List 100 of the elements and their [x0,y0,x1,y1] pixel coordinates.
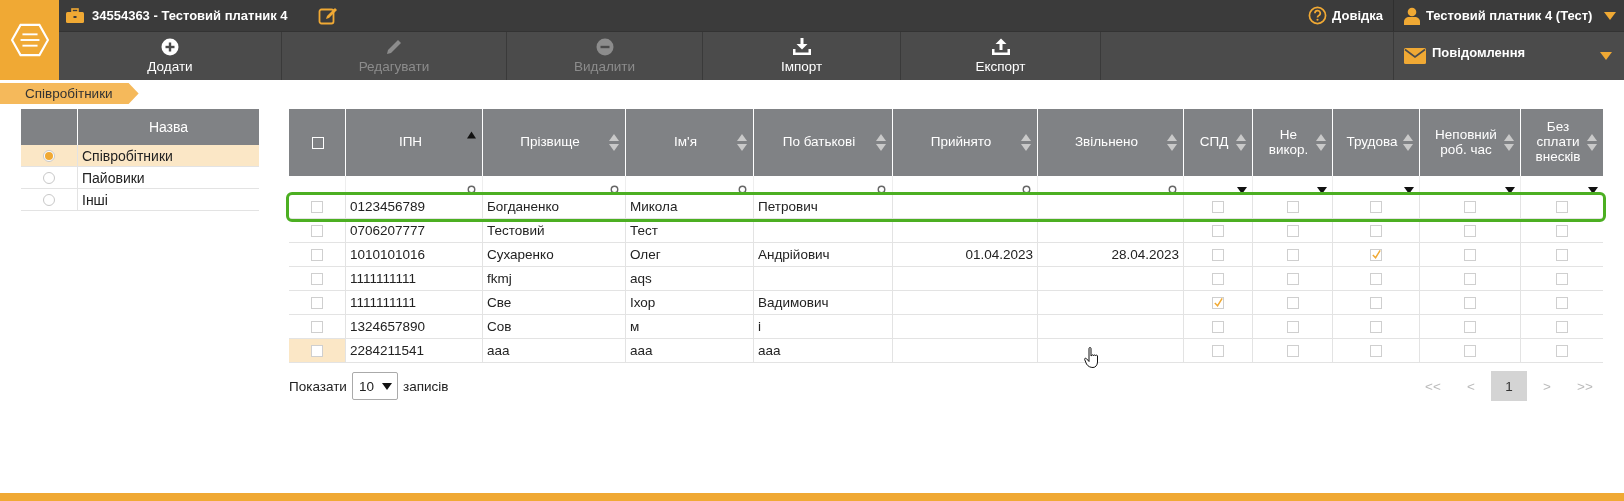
dropdown-icon[interactable] [1505,187,1515,194]
sort-ascending-icon[interactable] [467,131,476,139]
checkbox[interactable] [1556,224,1568,237]
checkbox[interactable] [1464,272,1476,285]
category-item[interactable]: Пайовики [21,167,259,189]
radio-button[interactable] [43,171,55,184]
checkbox[interactable] [1370,272,1382,285]
radio-button[interactable] [43,193,55,206]
search-icon[interactable] [609,185,620,194]
table-row[interactable]: 2284211541 aaa aaa aaa [289,339,1603,363]
checkbox[interactable] [1286,320,1299,333]
category-item[interactable]: Співробітники [21,145,259,167]
dropdown-icon[interactable] [1588,187,1598,194]
sort-icon[interactable] [1167,134,1177,151]
row-checkbox[interactable] [311,296,323,309]
checkbox[interactable] [1370,296,1382,309]
caret-icon [381,382,392,390]
table-row[interactable]: 1010101016 Сухаренко Олег Андрійович 01.04.2023 28.04.2023 [289,243,1603,267]
search-icon[interactable] [737,185,748,194]
sort-icon[interactable] [876,134,886,151]
sort-icon[interactable] [1403,134,1413,151]
search-icon[interactable] [466,185,477,194]
column-header[interactable]: Не викор. [1263,127,1314,158]
checkbox[interactable] [1212,248,1224,261]
column-header[interactable]: Прізвище [520,135,580,150]
checkbox[interactable] [1212,224,1224,237]
dropdown-icon[interactable] [1404,187,1414,194]
sort-icon[interactable] [1316,134,1326,151]
search-icon[interactable] [1021,185,1032,194]
user-name[interactable]: Тестовий платник 4 (Тест) [1426,8,1593,23]
checkbox[interactable] [1370,224,1382,237]
checkbox[interactable] [1370,200,1382,213]
help-icon[interactable] [1308,6,1328,25]
sort-icon[interactable] [1504,134,1514,151]
checkbox[interactable] [1212,296,1224,309]
table-row[interactable]: 0706207777 Тестовий Тест [289,219,1603,243]
checkbox[interactable] [1464,200,1476,213]
radio-button[interactable] [43,149,55,162]
checkbox[interactable] [1286,296,1299,309]
column-header[interactable]: Прийнято [930,135,992,150]
sort-icon[interactable] [1587,134,1597,151]
checkbox[interactable] [1286,248,1299,261]
column-header[interactable]: Ім'я [674,135,697,150]
checkbox[interactable] [1556,200,1568,213]
sort-icon[interactable] [737,134,747,151]
checkbox[interactable] [1286,224,1299,237]
checkbox[interactable] [1464,320,1476,333]
checkbox[interactable] [1464,344,1476,357]
dropdown-icon[interactable] [1317,187,1327,194]
sort-icon[interactable] [609,134,619,151]
checkbox[interactable] [1370,320,1382,333]
row-checkbox[interactable] [311,248,323,261]
checkbox[interactable] [1464,224,1476,237]
caret-icon[interactable] [1604,11,1617,20]
checkbox[interactable] [1556,344,1568,357]
page-button[interactable]: 1 [1491,371,1527,401]
row-checkbox[interactable] [311,344,323,357]
checkbox[interactable] [1556,248,1568,261]
checkbox[interactable] [1286,200,1299,213]
checkbox[interactable] [1286,344,1299,357]
checkbox[interactable] [1556,272,1568,285]
column-header[interactable]: Без сплати внесків [1531,120,1585,165]
column-header[interactable]: Неповний роб. час [1430,127,1502,158]
page-size-select[interactable]: 10 [351,372,398,400]
checkbox[interactable] [1464,296,1476,309]
dropdown-icon[interactable] [1237,187,1247,194]
checkbox[interactable] [1212,272,1224,285]
column-header[interactable]: ІПН [398,135,423,150]
column-header[interactable]: Трудова [1346,135,1398,150]
search-icon[interactable] [1167,185,1178,194]
column-header[interactable]: Звільнено [1074,135,1139,150]
menu-icon[interactable] [10,23,49,57]
checkbox[interactable] [1212,320,1224,333]
column-header[interactable]: СПД [1199,135,1229,150]
row-checkbox[interactable] [311,224,323,237]
search-icon[interactable] [876,185,887,194]
edit-icon[interactable] [317,5,338,26]
breadcrumb-item[interactable]: Співробітники [0,83,139,104]
checkbox[interactable] [1212,200,1224,213]
help-link[interactable]: Довідка [1332,8,1383,23]
row-checkbox[interactable] [311,272,323,285]
column-header[interactable]: По батькові [782,135,856,150]
checkbox[interactable] [1556,320,1568,333]
select-all-checkbox[interactable] [312,136,324,149]
row-checkbox[interactable] [311,200,323,213]
table-row[interactable]: 1324657890 Сов м і [289,315,1603,339]
checkbox[interactable] [1212,344,1224,357]
table-row[interactable]: 0123456789 Богданенко Микола Петрович [289,195,1603,219]
sort-icon[interactable] [1236,134,1246,151]
row-checkbox[interactable] [311,320,323,333]
table-cell: 01.04.2023 [965,247,1033,262]
sort-icon[interactable] [1021,134,1031,151]
checkbox[interactable] [1370,344,1382,357]
checkbox[interactable] [1286,272,1299,285]
checkbox[interactable] [1556,296,1568,309]
table-row[interactable]: 1111111111 fkmj aqs [289,267,1603,291]
checkbox[interactable] [1370,248,1382,261]
table-row[interactable]: 1111111111 Све Іхор Вадимович [289,291,1603,315]
category-item[interactable]: Інші [21,189,259,211]
checkbox[interactable] [1464,248,1476,261]
